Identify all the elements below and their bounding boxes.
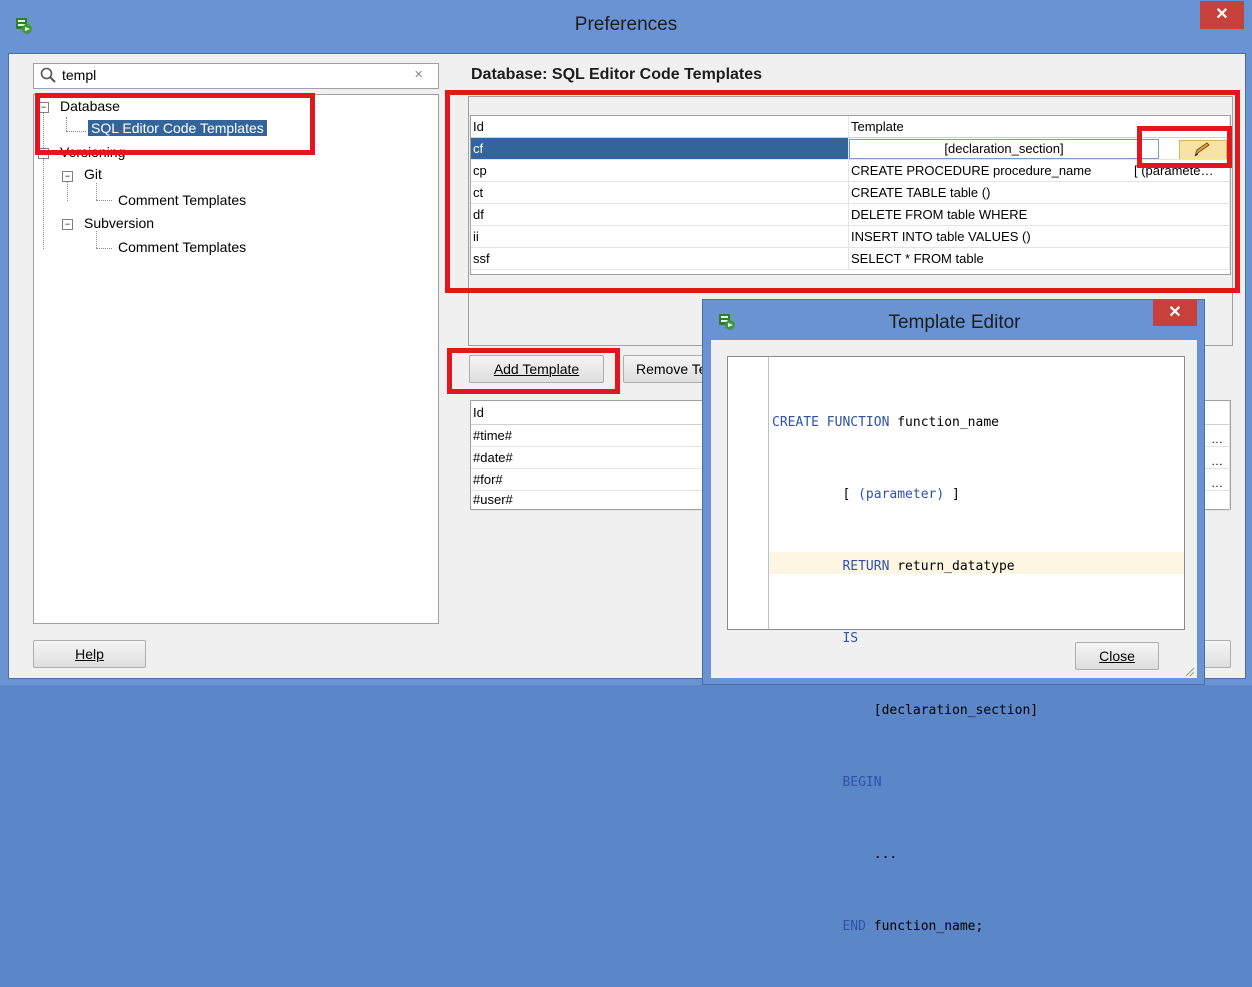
preferences-tree: − Database SQL Editor Code Templates − V… (33, 94, 439, 624)
line-gutter (728, 357, 769, 629)
help-label: Help (75, 646, 104, 662)
highlight-templates-table (445, 90, 1240, 293)
close-icon[interactable]: ✕ (1200, 1, 1244, 29)
code-line: IS (772, 631, 859, 646)
search-input[interactable]: templ ✕ (33, 63, 439, 89)
code-line: ... (772, 847, 898, 862)
variable-overflow: … (1211, 454, 1223, 468)
code-line: CREATE FUNCTION function_name (772, 415, 999, 430)
highlight-edit-button (1137, 126, 1232, 168)
code-text: CREATE FUNCTION function_name [ (paramet… (772, 363, 1038, 987)
search-value: templ (62, 67, 97, 83)
template-editor-window: Template Editor ✕ CREATE FUNCTION functi… (702, 299, 1205, 934)
code-line: [declaration_section] (772, 703, 1039, 718)
resize-grip-icon[interactable] (1183, 664, 1195, 682)
search-icon (40, 67, 56, 88)
variable-overflow: … (1211, 476, 1223, 490)
tree-item-svn-comment-templates[interactable]: Comment Templates (118, 239, 246, 255)
close-label: Close (1099, 648, 1135, 664)
code-line: END function_name; (772, 919, 984, 934)
collapse-git-icon[interactable]: − (62, 171, 73, 182)
close-icon[interactable]: ✕ (1153, 300, 1197, 326)
code-line: BEGIN (772, 775, 882, 790)
editor-body: CREATE FUNCTION function_name [ (paramet… (711, 340, 1197, 934)
code-editor[interactable]: CREATE FUNCTION function_name [ (paramet… (727, 356, 1185, 934)
title-bar: Preferences ✕ (0, 0, 1252, 52)
highlight-add-template (447, 348, 620, 394)
remove-template-button[interactable]: Remove Te (623, 355, 713, 383)
editor-title: Template Editor (888, 312, 1021, 333)
window-title: Preferences (574, 14, 678, 35)
code-line: RETURN return_datatype (772, 559, 1015, 574)
collapse-subversion-icon[interactable]: − (62, 219, 73, 230)
close-button[interactable]: Close (1075, 642, 1159, 670)
page-title: Database: SQL Editor Code Templates (471, 66, 763, 83)
clear-search-icon[interactable]: ✕ (414, 68, 423, 81)
remove-template-label: Remove Te (636, 361, 707, 377)
tree-item-subversion[interactable]: Subversion (84, 215, 154, 231)
tree-item-git-comment-templates[interactable]: Comment Templates (118, 192, 246, 208)
code-line: [ (parameter) ] (772, 487, 960, 502)
tree-item-git[interactable]: Git (84, 166, 102, 182)
highlight-tree-selection (35, 93, 315, 155)
help-button[interactable]: Help (33, 640, 146, 668)
variable-overflow: … (1211, 432, 1223, 446)
